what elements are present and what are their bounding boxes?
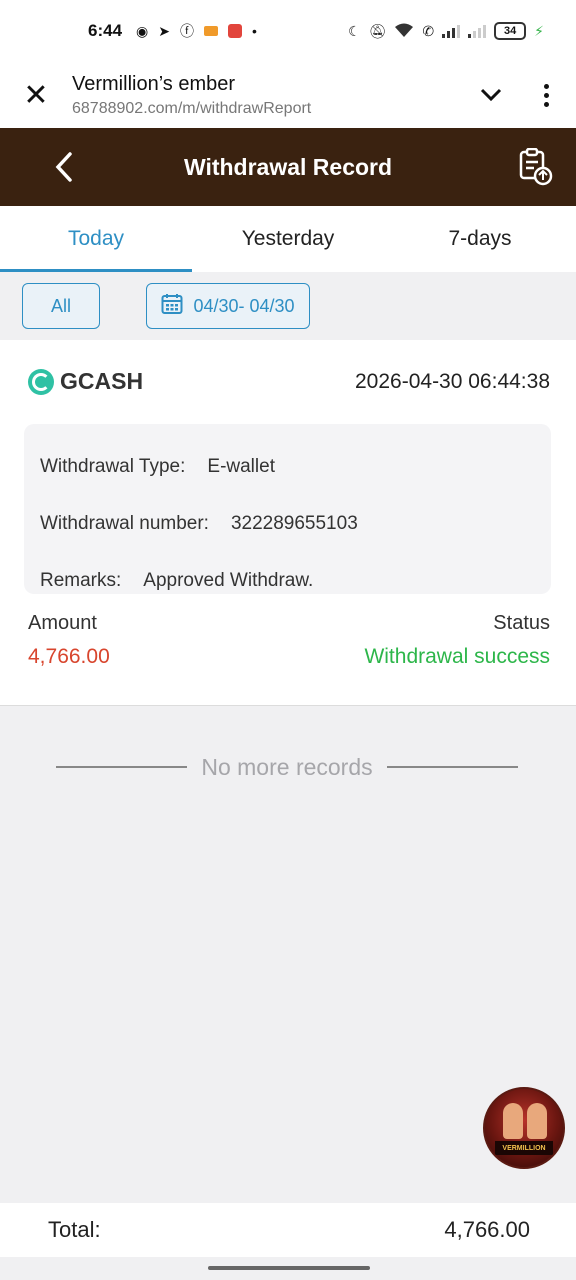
total-value: 4,766.00 [444,1217,530,1242]
mute-icon: 🔕︎ [368,22,387,39]
record-header: GCASH 2026-04-30 06:44:38 [28,368,550,395]
detail-withdrawal-number: Withdrawal number: 322289655103 [40,495,535,552]
calendar-icon [161,293,183,320]
back-arrow-icon[interactable] [52,150,76,189]
more-notifications-dot-icon: • [251,23,257,39]
status-right: ☾ 🔕︎ ✆ 34 ⚡ [348,22,544,41]
detail-label: Withdrawal number: [40,512,209,534]
signal-2-icon [468,24,487,38]
amount-status-row: Amount 4,766.00 Status Withdrawal succes… [28,612,550,669]
detail-remarks: Remarks: Approved Withdraw. [40,552,535,609]
messenger-icon: ◉ [136,23,149,39]
date-range-label: 04/30- 04/30 [193,295,295,316]
no-more-records-text: No more records [201,753,373,780]
tab-7-days[interactable]: 7-days [384,206,576,272]
filter-all-button[interactable]: All [22,283,100,329]
amount-value: 4,766.00 [28,645,110,668]
date-range-button[interactable]: 04/30- 04/30 [146,283,310,329]
payment-method: GCASH [28,368,143,395]
gcash-icon [28,368,54,395]
more-options-icon[interactable] [516,83,576,107]
status-value: Withdrawal success [364,645,550,668]
browser-bar: ✕ Vermillion’s ember 68788902.com/m/with… [0,62,576,128]
do-not-disturb-icon: ☾ [348,22,361,39]
record-datetime: 2026-04-30 06:44:38 [355,369,550,393]
status-left: 6:44 ◉ ➤ ⓕ • [88,21,257,41]
detail-value: 322289655103 [230,512,358,534]
date-tabs: Today Yesterday 7-days [0,206,576,272]
browser-url[interactable]: 68788902.com/m/withdrawReport [72,100,466,118]
wifi-call-icon: ✆ [422,22,435,39]
detail-label: Withdrawal Type: [40,455,186,477]
battery-icon: 34 [494,22,527,40]
report-upload-icon[interactable] [518,147,554,191]
amount-column: Amount 4,766.00 [28,612,110,669]
app-header: Withdrawal Record [0,128,576,206]
tab-today[interactable]: Today [0,206,192,272]
music-app-icon [227,24,242,38]
withdrawal-record-card[interactable]: GCASH 2026-04-30 06:44:38 Withdrawal Typ… [0,340,576,706]
app-notification-icon [203,26,218,36]
signal-1-icon [442,24,461,38]
close-icon[interactable]: ✕ [0,78,72,113]
wifi-icon [394,22,414,41]
page-title: Withdrawal Record [183,153,393,180]
record-details: Withdrawal Type: E-wallet Withdrawal num… [24,424,551,594]
support-character-right [527,1103,547,1139]
charging-icon: ⚡ [534,22,544,39]
filter-row: All 04/30- 04/30 [0,272,576,340]
amount-label: Amount [28,612,97,634]
status-bar: 6:44 ◉ ➤ ⓕ • ☾ 🔕︎ ✆ 34 ⚡ [0,0,576,62]
tab-yesterday[interactable]: Yesterday [192,206,384,272]
status-label: Status [493,612,550,634]
browser-titles: Vermillion’s ember 68788902.com/m/withdr… [72,73,466,118]
total-bar: Total: 4,766.00 [0,1203,576,1257]
list-end-indicator: No more records [56,752,518,782]
divider-left [56,766,188,768]
detail-withdrawal-type: Withdrawal Type: E-wallet [40,438,535,495]
total-label: Total: [48,1217,101,1242]
payment-method-name: GCASH [60,368,144,394]
browser-title: Vermillion’s ember [72,72,236,95]
detail-label: Remarks: [40,569,122,591]
status-column: Status Withdrawal success [364,612,550,669]
status-time: 6:44 [88,21,123,40]
divider-right [386,766,518,768]
chevron-down-icon[interactable] [466,88,516,102]
home-indicator[interactable] [208,1266,370,1270]
support-character-left [503,1103,523,1139]
customer-support-avatar-button[interactable]: VERMILLION [483,1087,565,1169]
detail-value: E-wallet [207,455,275,477]
support-badge: VERMILLION [495,1141,553,1155]
facebook-icon: ⓕ [179,23,194,39]
telegram-icon: ➤ [158,23,170,39]
detail-value: Approved Withdraw. [143,569,314,591]
